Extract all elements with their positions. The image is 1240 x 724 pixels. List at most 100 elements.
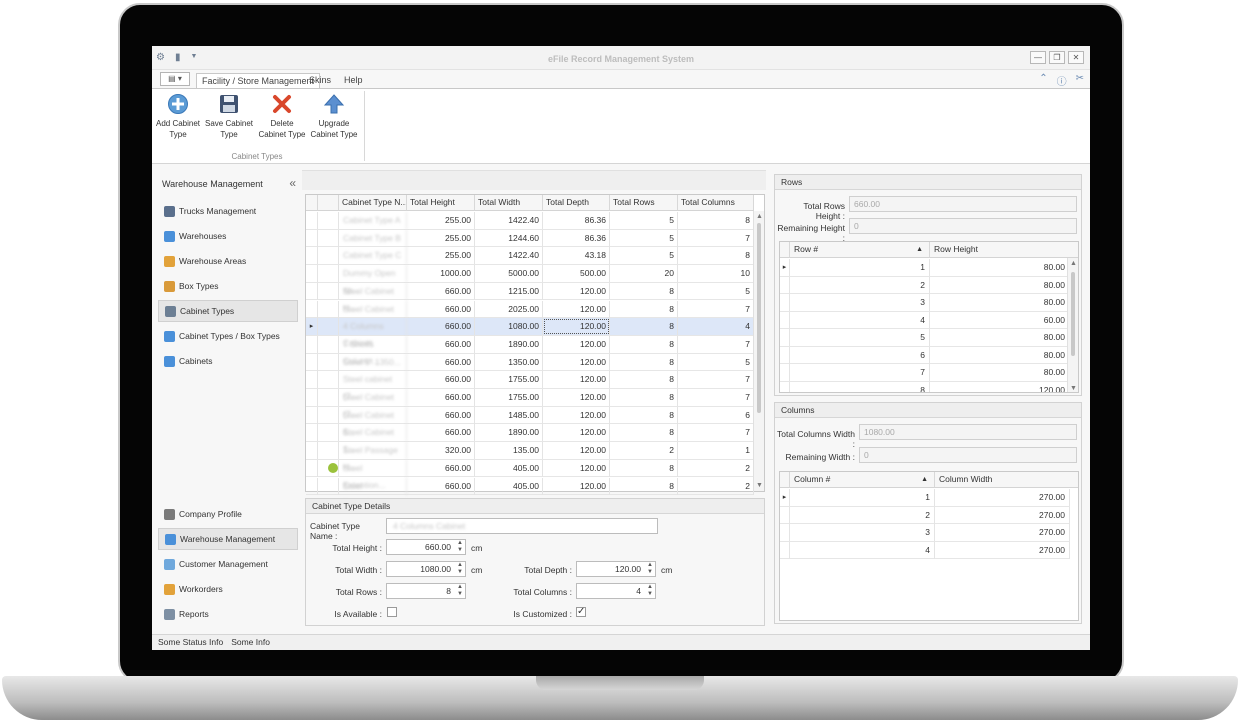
delete-cabinet-type-button[interactable]: Delete Cabinet Type <box>255 93 309 140</box>
cell-total-height[interactable]: 1000.00 <box>407 265 475 283</box>
cell-size[interactable]: 80.00 <box>930 364 1070 381</box>
table-row[interactable]: Steel Cabinet (7... 660.00 1755.00 120.00 8 7 <box>306 389 754 419</box>
table-row[interactable]: Cabinet Type C 255.00 1422.40 43.18 5 8 <box>306 247 754 266</box>
cell-total-height[interactable]: 255.00 <box>407 212 475 229</box>
cell-total-rows[interactable]: 8 <box>610 335 678 353</box>
cell-total-depth[interactable]: 86.36 <box>543 212 610 229</box>
nav-section-0[interactable]: Company Profile <box>158 503 298 525</box>
cell-total-cols[interactable]: 4 <box>678 318 754 336</box>
cell-cabinet-type-name[interactable]: Steel Cabinet H... <box>339 300 407 331</box>
is-customized-checkbox[interactable]: ✓ <box>576 607 586 617</box>
cell-total-rows[interactable]: 8 <box>610 389 678 406</box>
cell-total-cols[interactable]: 5 <box>678 353 754 371</box>
table-row[interactable]: Steel Cabinet H... 660.00 1215.00 120.00 8 5 <box>306 282 754 313</box>
cell-total-width[interactable]: 1422.40 <box>475 212 543 229</box>
column-header-total-columns[interactable]: Total Columns <box>678 195 754 211</box>
cell-size[interactable]: 80.00 <box>930 276 1070 294</box>
total-rows-spinner[interactable]: 8 ▲ ▼ <box>386 583 466 599</box>
tab-help[interactable]: Help <box>339 73 368 88</box>
cell-index[interactable]: 3 <box>790 294 930 311</box>
column-header-column-number[interactable]: Column # ▲ <box>790 472 935 488</box>
cell-total-width[interactable]: 405.00 <box>475 459 543 477</box>
cell-total-width[interactable]: 5000.00 <box>475 265 543 283</box>
upgrade-cabinet-type-button[interactable]: Upgrade Cabinet Type <box>307 93 361 140</box>
cell-total-width[interactable]: 1890.00 <box>475 424 543 442</box>
nav-section-1[interactable]: Warehouse Management <box>158 528 298 550</box>
cell-cabinet-type-name[interactable]: Steel Cabinet 1... <box>339 424 407 454</box>
cell-cabinet-type-name[interactable]: Steel Cabinet (7... <box>339 389 407 419</box>
cell-total-width[interactable]: 1755.00 <box>475 389 543 406</box>
cell-total-height[interactable]: 255.00 <box>407 229 475 247</box>
cell-cabinet-type-name[interactable]: Steel cabinet (7... <box>339 371 407 401</box>
cell-size[interactable]: 80.00 <box>930 346 1070 364</box>
grid-vertical-scrollbar[interactable]: ▲ ▼ <box>753 211 764 491</box>
table-row[interactable]: 5 80.00 <box>780 329 1070 347</box>
sidebar-item-3[interactable]: Box Types <box>158 275 298 297</box>
cell-total-rows[interactable]: 8 <box>610 300 678 318</box>
sidebar-item-6[interactable]: Cabinets <box>158 350 298 372</box>
table-row[interactable]: ▸ 4 Columns Cabinet 660.00 1080.00 120.00 8 4 <box>306 318 754 348</box>
table-row[interactable]: 2 80.00 <box>780 276 1070 294</box>
total-depth-spinner[interactable]: 120.00 ▲ ▼ <box>576 561 656 577</box>
table-row[interactable]: Steel Cabinet 6... 660.00 1485.00 120.00 8 6 <box>306 406 754 437</box>
table-row[interactable]: Steel cabinet (7... 660.00 1755.00 120.00 8 7 <box>306 371 754 401</box>
cell-total-rows[interactable]: 8 <box>610 406 678 424</box>
cell-total-width[interactable]: 1422.40 <box>475 247 543 265</box>
cell-total-depth[interactable]: 120.00 <box>543 353 610 371</box>
cell-index[interactable]: 8 <box>790 381 930 392</box>
cell-size[interactable]: 270.00 <box>935 489 1070 506</box>
cell-total-rows[interactable]: 20 <box>610 265 678 283</box>
cell-index[interactable]: 7 <box>790 364 930 381</box>
restore-button[interactable]: ❐ <box>1049 51 1065 64</box>
total-columns-width-field[interactable]: 1080.00 <box>859 424 1077 440</box>
cell-total-cols[interactable]: 2 <box>678 477 754 495</box>
column-header-row-number[interactable]: Row # ▲ <box>790 242 930 258</box>
cell-cabinet-type-name[interactable]: Steel Cabinet 6... <box>339 406 407 437</box>
cell-total-rows[interactable]: 8 <box>610 424 678 442</box>
cell-size[interactable]: 80.00 <box>930 259 1070 276</box>
cell-total-cols[interactable]: 7 <box>678 335 754 353</box>
cell-index[interactable]: 6 <box>790 346 930 364</box>
cell-total-rows[interactable]: 8 <box>610 353 678 371</box>
cell-index[interactable]: 1 <box>790 259 930 276</box>
cell-total-height[interactable]: 660.00 <box>407 335 475 353</box>
cell-total-rows[interactable]: 8 <box>610 282 678 300</box>
table-row[interactable]: Steel Cabinet H...660.002025.00120.0087 <box>306 300 754 331</box>
rows-scroll-thumb[interactable] <box>1071 272 1075 356</box>
cell-total-height[interactable]: 660.00 <box>407 300 475 318</box>
save-cabinet-type-button[interactable]: Save Cabinet Type <box>202 93 256 140</box>
table-row[interactable]: Steel Cabinet 1... 660.00 1890.00 120.00 8 7 <box>306 424 754 454</box>
cell-total-cols[interactable]: 10 <box>678 265 754 283</box>
cell-total-rows[interactable]: 8 <box>610 371 678 389</box>
cell-size[interactable]: 60.00 <box>930 311 1070 329</box>
cell-total-width[interactable]: 1080.00 <box>475 318 543 336</box>
cell-total-height[interactable]: 320.00 <box>407 442 475 460</box>
cell-total-width[interactable]: 135.00 <box>475 442 543 460</box>
cell-index[interactable]: 3 <box>790 524 935 541</box>
table-row[interactable]: 4 270.00 <box>780 541 1070 559</box>
rows-scroll-down-icon[interactable]: ▼ <box>1070 385 1077 392</box>
cell-index[interactable]: 2 <box>790 276 930 294</box>
sidebar-item-1[interactable]: Warehouses <box>158 225 298 247</box>
cell-index[interactable]: 4 <box>790 311 930 329</box>
nav-section-4[interactable]: Reports <box>158 603 298 625</box>
cell-total-width[interactable]: 2025.00 <box>475 300 543 318</box>
table-row[interactable]: 8 120.00 <box>780 381 1070 392</box>
table-row[interactable]: 4 60.00 <box>780 311 1070 329</box>
cell-total-height[interactable]: 660.00 <box>407 477 475 495</box>
cell-total-height[interactable]: 660.00 <box>407 353 475 371</box>
cell-cabinet-type-name[interactable]: Steel Cabinet H... <box>339 282 407 313</box>
cell-total-cols[interactable]: 7 <box>678 229 754 247</box>
total-width-spinner[interactable]: 1080.00 ▲ ▼ <box>386 561 466 577</box>
cell-cabinet-type-name[interactable]: Cabinet Type C <box>339 247 407 265</box>
cell-total-height[interactable]: 660.00 <box>407 282 475 300</box>
cell-cabinet-type-name[interactable]: Cabinet Type A <box>339 212 407 229</box>
cell-cabinet-type-name[interactable]: Steel 5" 1350... <box>339 353 407 371</box>
nav-section-2[interactable]: Customer Management <box>158 553 298 575</box>
cell-total-width[interactable]: 1755.00 <box>475 371 543 389</box>
scroll-up-icon[interactable]: ▲ <box>756 213 763 220</box>
table-row[interactable]: Steel Extention...660.00405.00120.0082 <box>306 459 754 490</box>
sidebar-item-4[interactable]: Cabinet Types <box>158 300 298 322</box>
cell-total-cols[interactable]: 7 <box>678 424 754 442</box>
cell-size[interactable]: 270.00 <box>935 524 1070 541</box>
